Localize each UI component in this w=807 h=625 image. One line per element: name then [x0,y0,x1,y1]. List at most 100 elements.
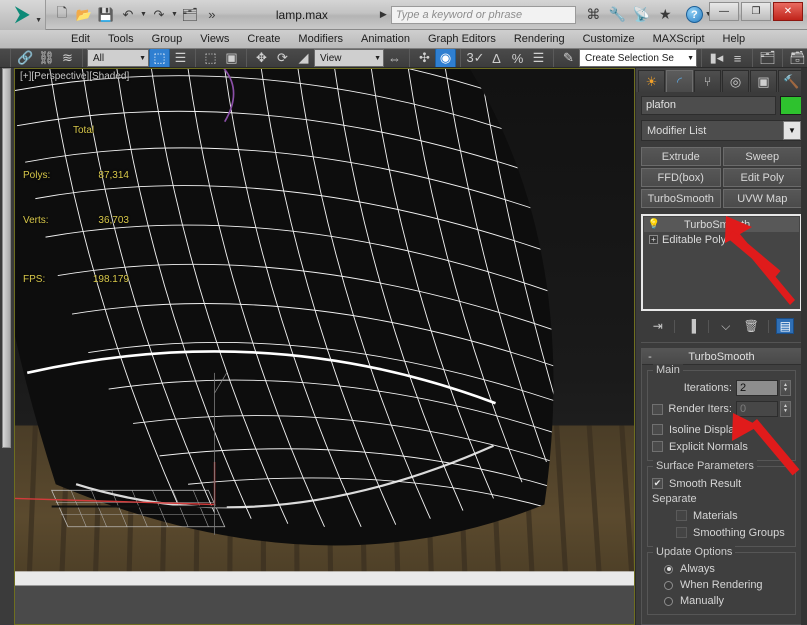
toggle-scene-explorer-icon[interactable]: 🗃 [787,49,807,67]
wrench-icon[interactable]: 🔧 [608,6,627,23]
command-panel-scrollbar[interactable] [801,68,807,625]
menu-item-modifiers[interactable]: Modifiers [289,30,352,49]
spinner-snap-toggle-icon[interactable]: ☰ [528,49,549,67]
modifier-list-dropdown[interactable]: Modifier List ▼ [641,120,802,141]
expand-qat-icon[interactable]: » [202,4,222,25]
window-crossing-icon[interactable]: ▣ [221,49,242,67]
angle-snap-toggle-icon[interactable]: ∆ [486,49,507,67]
smooth-result-checkbox[interactable]: ✔ [652,478,663,489]
modifier-button-uvw-map[interactable]: UVW Map [722,189,802,208]
iterations-spinner-arrows[interactable]: ▲ ▼ [780,380,791,396]
hierarchy-tab[interactable]: ⑂ [694,70,721,92]
open-file-icon[interactable]: 📂 [74,4,94,25]
iterations-spinner[interactable]: 2 ▲ ▼ [736,380,791,396]
perspective-viewport[interactable]: [+][Perspective][Shaded] Total Polys: 87… [14,68,635,625]
minimize-button[interactable]: — [709,2,739,21]
isoline-display-row[interactable]: Isoline Display [652,421,791,438]
modifier-stack[interactable]: 💡 TurboSmooth + Editable Poly [641,214,802,311]
save-file-icon[interactable]: 💾 [96,4,116,25]
modifier-button-edit-poly[interactable]: Edit Poly [722,168,802,187]
render-iters-spinner-arrows[interactable]: ▲ ▼ [780,401,791,417]
menu-item-animation[interactable]: Animation [352,30,419,49]
smoothing-groups-row[interactable]: Smoothing Groups [652,524,791,541]
menu-item-edit[interactable]: Edit [62,30,99,49]
menu-item-help[interactable]: Help [714,30,755,49]
menu-item-maxscript[interactable]: MAXScript [644,30,714,49]
show-end-result-icon[interactable]: ▐ [683,319,701,333]
materials-row[interactable]: Materials [652,507,791,524]
update-option-when-rendering[interactable]: When Rendering [652,577,791,593]
object-name-input[interactable]: plafon [641,96,776,115]
edit-named-selection-sets-icon[interactable]: ✎ [558,49,579,67]
viewport-label[interactable]: [+][Perspective][Shaded] [20,71,129,82]
render-iters-checkbox[interactable] [652,403,664,415]
menu-item-create[interactable]: Create [238,30,289,49]
undo-dropdown-icon[interactable]: ▼ [140,11,147,18]
radio-when-rendering[interactable] [664,580,673,590]
unlink-selection-icon[interactable]: ⛓ [36,49,57,67]
pin-stack-icon[interactable]: ⇥ [649,319,667,333]
align-tool-icon[interactable]: ≡ [727,49,748,67]
layer-manager-icon[interactable]: 🗂 [757,49,778,67]
modifier-button-sweep[interactable]: Sweep [722,147,802,166]
mirror-icon[interactable]: ⇔ [384,49,405,67]
named-selection-set-dropdown[interactable]: Create Selection Se ▼ [579,49,697,67]
radio-manually[interactable] [664,596,673,606]
iterations-input[interactable]: 2 [736,380,778,396]
selection-filter-dropdown[interactable]: All ▼ [87,49,149,67]
viewport-vertical-scrollbar[interactable] [2,68,11,448]
maximize-button[interactable]: ❐ [741,2,771,21]
smoothing-groups-checkbox[interactable] [676,527,687,538]
reference-coordinate-system-dropdown[interactable]: View ▼ [314,49,384,67]
make-unique-icon[interactable]: ⌵ [717,319,735,334]
rectangular-selection-region-icon[interactable]: ⬚ [200,49,221,67]
select-by-name-icon[interactable]: ☰ [170,49,191,67]
object-color-swatch[interactable] [780,96,802,115]
search-expand-icon[interactable]: ▶ [380,9,387,20]
set-project-folder-icon[interactable]: 🗂 [180,4,200,25]
search-input[interactable]: Type a keyword or phrase [390,5,576,24]
redo-dropdown-icon[interactable]: ▼ [171,11,178,18]
satellite-icon[interactable]: 📡 [632,6,651,23]
select-object-icon[interactable]: ⬚ [149,49,170,67]
radio-always[interactable] [664,564,673,574]
smooth-result-row[interactable]: ✔ Smooth Result [652,475,791,492]
select-and-rotate-icon[interactable]: ⟳ [272,49,293,67]
menu-item-group[interactable]: Group [143,30,192,49]
use-center-icon[interactable]: ◉ [435,49,456,67]
modify-tab[interactable]: ◜ [666,70,693,92]
redo-icon[interactable]: ↷ [149,4,169,25]
menu-item-graph-editors[interactable]: Graph Editors [419,30,505,49]
select-and-scale-icon[interactable]: ◢ [293,49,314,67]
align-icon[interactable]: ✣ [414,49,435,67]
menu-item-customize[interactable]: Customize [574,30,644,49]
favorites-star-icon[interactable]: ★ [656,6,675,23]
percent-snap-toggle-icon[interactable]: % [507,49,528,67]
modifier-button-extrude[interactable]: Extrude [641,147,721,166]
modifier-button-turbosmooth[interactable]: TurboSmooth [641,189,721,208]
undo-icon[interactable]: ↶ [118,4,138,25]
collapse-icon[interactable]: - [642,351,658,363]
menu-item-rendering[interactable]: Rendering [505,30,574,49]
chevron-down-icon[interactable]: ▼ [35,17,42,24]
max-application-menu-button[interactable]: ⮞ ▼ [0,0,46,30]
select-and-link-icon[interactable]: 🔗 [15,49,36,67]
isoline-display-checkbox[interactable] [652,424,663,435]
close-button[interactable]: ✕ [773,2,803,21]
explicit-normals-checkbox[interactable] [652,441,663,452]
new-file-icon[interactable]: 🗋 [52,4,72,25]
remove-modifier-icon[interactable]: 🗑 [742,319,760,333]
modifier-button-ffdbox[interactable]: FFD(box) [641,168,721,187]
create-tab[interactable]: ☀ [638,70,665,92]
render-iters-spinner[interactable]: 0 ▲ ▼ [736,401,791,417]
update-option-always[interactable]: Always [652,561,791,577]
modifier-stack-item-turbosmooth[interactable]: 💡 TurboSmooth [644,217,799,232]
light-bulb-icon[interactable]: 💡 [646,219,662,230]
help-icon[interactable]: ? [685,6,703,23]
bind-to-space-warp-icon[interactable]: ≋ [57,49,78,67]
mirror-tool-icon[interactable]: ▮◂ [706,49,727,67]
update-option-manually[interactable]: Manually [652,593,791,609]
search-scene-icon[interactable]: ⌘ [584,6,603,23]
motion-tab[interactable]: ◎ [722,70,749,92]
snaps-toggle-icon[interactable]: 3✓ [465,49,486,67]
